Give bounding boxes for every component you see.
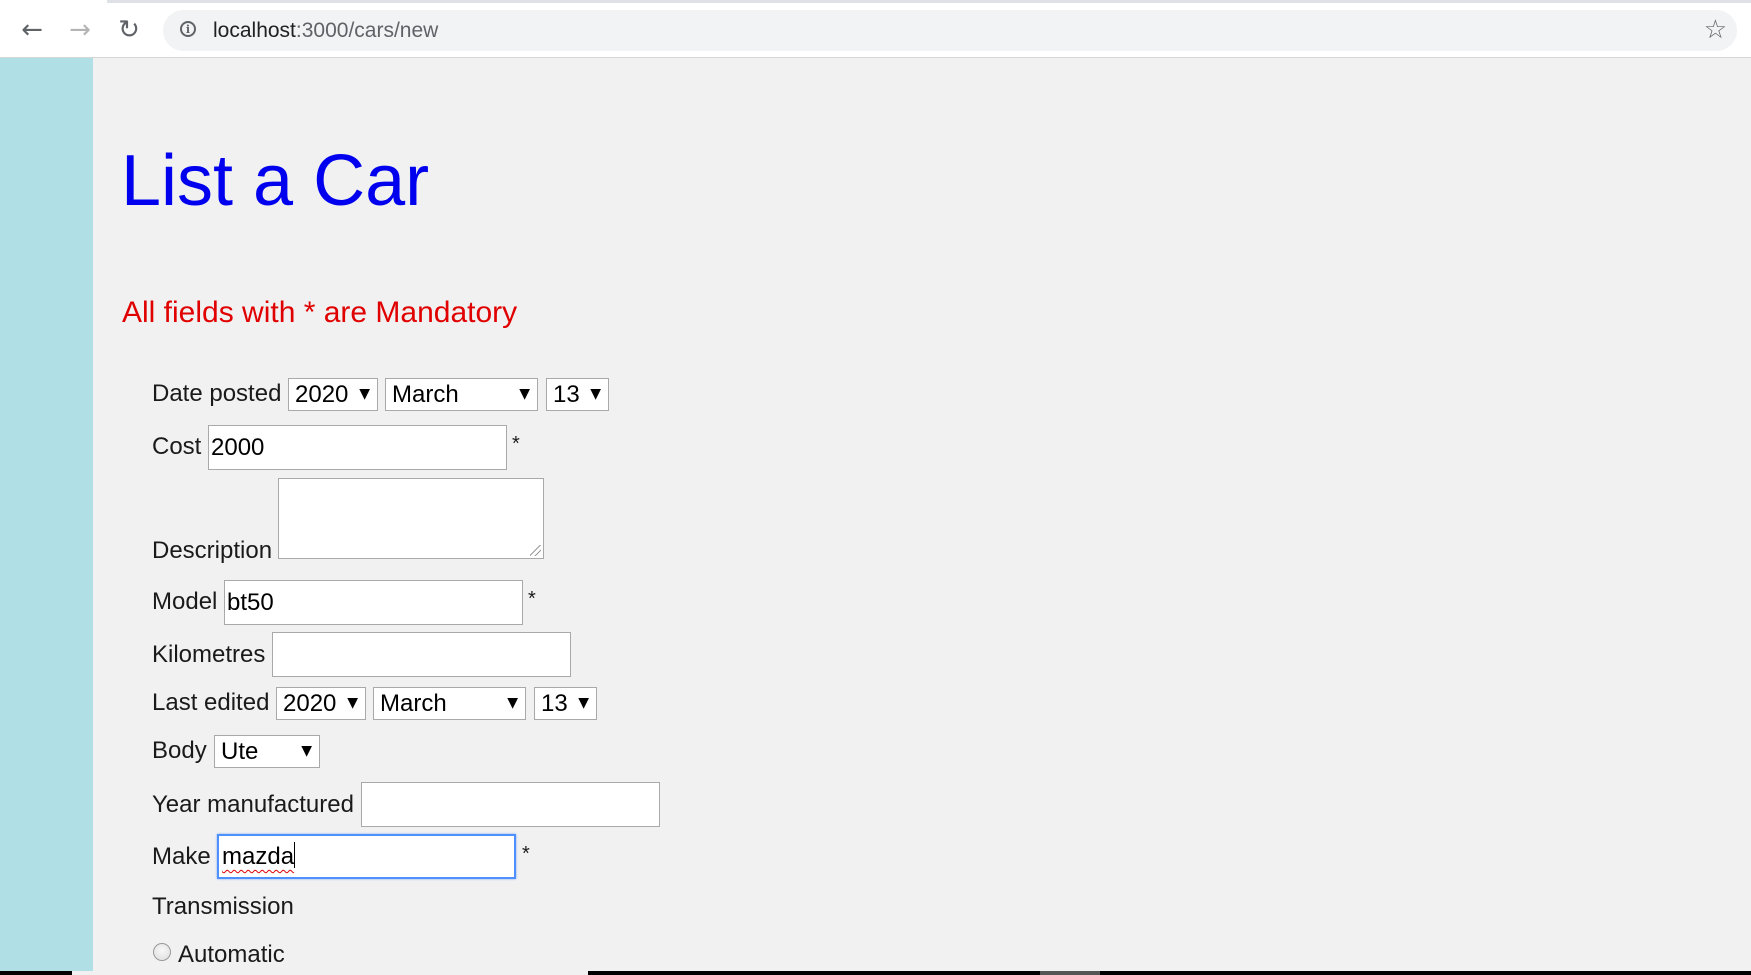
description-textarea[interactable]	[278, 478, 544, 559]
last-edited-year-select[interactable]: 2020 ▼	[276, 687, 366, 720]
last-edited-day-select[interactable]: 13 ▼	[534, 687, 597, 720]
body-label: Body	[152, 737, 207, 764]
info-icon[interactable]: i	[180, 21, 196, 37]
forward-button[interactable]: →	[62, 12, 98, 48]
transmission-automatic-label: Automatic	[178, 941, 285, 968]
make-input[interactable]: mazda	[217, 834, 516, 879]
date-posted-label: Date posted	[152, 380, 282, 407]
tab-strip-edge	[107, 0, 1751, 3]
reload-icon: ↻	[118, 15, 140, 45]
cost-label: Cost	[152, 433, 202, 460]
dropdown-arrow-icon: ▼	[359, 386, 370, 402]
last-edited-month-value: March	[380, 690, 447, 717]
dropdown-arrow-icon: ▼	[347, 695, 358, 711]
kilometres-label: Kilometres	[152, 641, 266, 668]
mandatory-note: All fields with * are Mandatory	[122, 296, 518, 329]
last-edited-day-value: 13	[541, 690, 568, 717]
last-edited-year-value: 2020	[283, 690, 337, 717]
browser-toolbar: ← → ↻ i localhost:3000/cars/new ☆	[0, 0, 1751, 58]
bottom-edge-segment	[1040, 971, 1100, 975]
arrow-left-icon: ←	[21, 15, 43, 45]
make-value: mazda	[222, 843, 295, 870]
date-posted-day-select[interactable]: 13 ▼	[546, 378, 609, 411]
description-label: Description	[152, 537, 273, 564]
bottom-edge-gap	[72, 971, 588, 975]
url-path: :3000/cars/new	[295, 19, 439, 42]
star-icon[interactable]: ☆	[1704, 15, 1727, 45]
date-posted-month-select[interactable]: March ▼	[385, 378, 538, 411]
dropdown-arrow-icon: ▼	[519, 386, 530, 402]
reload-button[interactable]: ↻	[111, 12, 147, 48]
last-edited-month-select[interactable]: March ▼	[373, 687, 526, 720]
year-manufactured-label: Year manufactured	[152, 791, 354, 818]
kilometres-input[interactable]	[272, 632, 571, 677]
cost-required-mark: *	[512, 433, 520, 455]
make-required-mark: *	[522, 843, 530, 865]
address-bar[interactable]: i localhost:3000/cars/new ☆	[163, 10, 1737, 51]
model-label: Model	[152, 588, 218, 615]
page-title: List a Car	[121, 141, 430, 221]
date-posted-year-value: 2020	[295, 381, 349, 408]
cost-input[interactable]: 2000	[208, 425, 507, 470]
transmission-automatic-radio[interactable]	[153, 943, 171, 961]
last-edited-label: Last edited	[152, 689, 270, 716]
make-label: Make	[152, 843, 211, 870]
viewport-bottom-edge	[0, 971, 1751, 975]
date-posted-year-select[interactable]: 2020 ▼	[288, 378, 378, 411]
url-text: localhost:3000/cars/new	[213, 19, 438, 43]
dropdown-arrow-icon: ▼	[590, 386, 601, 402]
dropdown-arrow-icon: ▼	[507, 695, 518, 711]
dropdown-arrow-icon: ▼	[301, 743, 312, 759]
model-input[interactable]: bt50	[224, 580, 523, 625]
side-band	[0, 58, 93, 975]
text-caret	[294, 842, 296, 868]
url-host: localhost	[213, 19, 296, 42]
date-posted-month-value: March	[392, 381, 459, 408]
year-manufactured-input[interactable]	[361, 782, 660, 827]
back-button[interactable]: ←	[14, 12, 50, 48]
arrow-right-icon: →	[69, 15, 91, 45]
transmission-label: Transmission	[152, 893, 294, 920]
body-value: Ute	[221, 738, 259, 765]
body-select[interactable]: Ute ▼	[214, 735, 320, 768]
date-posted-day-value: 13	[553, 381, 580, 408]
resize-grip-icon[interactable]	[530, 545, 541, 556]
model-required-mark: *	[528, 588, 536, 610]
dropdown-arrow-icon: ▼	[578, 695, 589, 711]
